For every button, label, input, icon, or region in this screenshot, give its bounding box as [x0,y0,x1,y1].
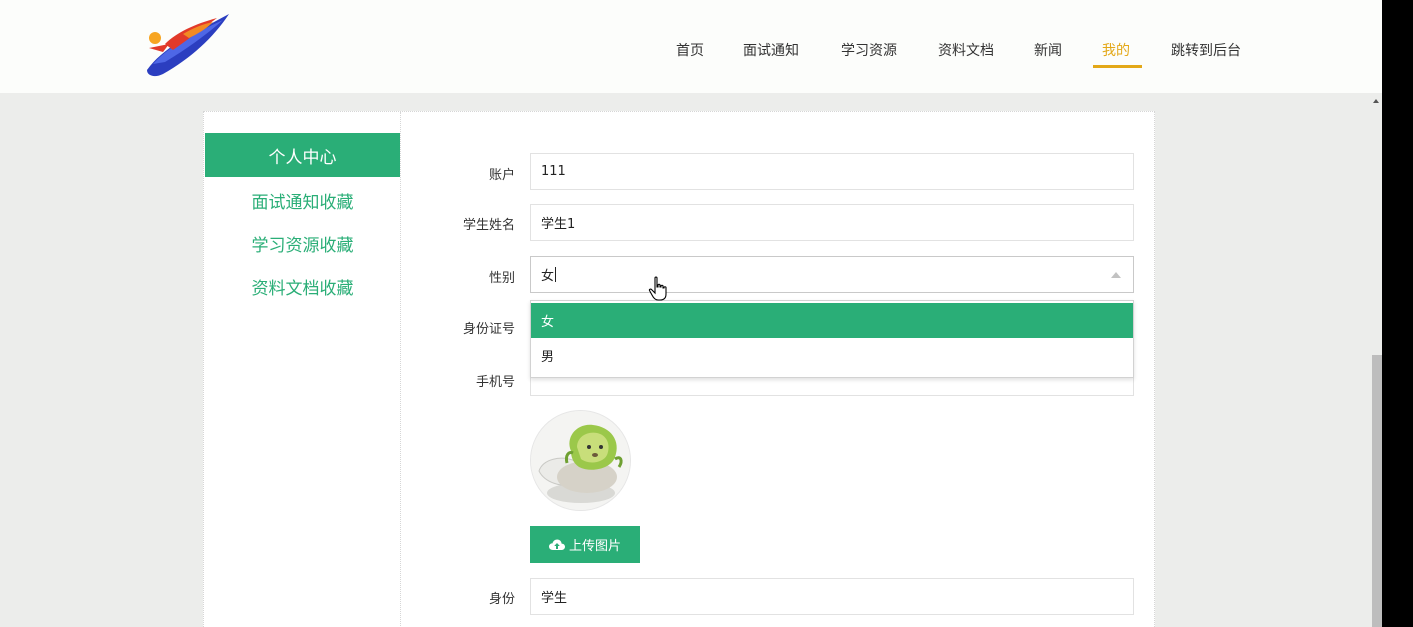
student-name-field[interactable]: 学生1 [530,204,1134,241]
gender-dropdown: 女 男 [530,300,1134,378]
nav-documents[interactable]: 资料文档 [938,40,994,60]
scroll-up-arrow-icon[interactable] [1373,99,1379,103]
nav-active-underline [1093,65,1142,68]
gender-select-value: 女 [541,269,555,284]
profile-sidebar: 个人中心 面试通知收藏 学习资源收藏 资料文档收藏 [204,112,401,627]
nav-mine[interactable]: 我的 [1102,40,1130,60]
account-label: 账户 [488,168,515,183]
hand-cursor-icon [648,276,667,301]
account-field[interactable]: 111 [530,153,1134,190]
page-viewport: 首页 面试通知 学习资源 资料文档 新闻 我的 跳转到后台 个人中心 面试通知收… [0,0,1382,627]
sidebar-item-resource-favorites[interactable]: 学习资源收藏 [204,231,401,256]
phone-label: 手机号 [475,375,515,390]
id-card-label: 身份证号 [462,322,515,337]
gender-label: 性别 [488,271,515,286]
nav-study-resources[interactable]: 学习资源 [841,40,897,60]
nav-news[interactable]: 新闻 [1034,40,1062,60]
select-caret-icon [1111,272,1121,278]
top-header: 首页 面试通知 学习资源 资料文档 新闻 我的 跳转到后台 [0,0,1382,93]
avatar-image [531,411,630,510]
gender-option-male[interactable]: 男 [531,338,1133,373]
student-name-label: 学生姓名 [462,218,515,233]
role-field[interactable]: 学生 [530,578,1134,615]
role-label: 身份 [488,592,515,607]
profile-card: 个人中心 面试通知收藏 学习资源收藏 资料文档收藏 账户 111 学生姓名 学生… [203,111,1155,627]
upload-image-button[interactable]: 上传图片 [530,526,640,563]
nav-admin[interactable]: 跳转到后台 [1171,40,1241,60]
text-cursor [555,267,557,282]
sidebar-item-interview-favorites[interactable]: 面试通知收藏 [204,188,401,213]
nav-interview-notice[interactable]: 面试通知 [743,40,799,60]
gender-option-female[interactable]: 女 [531,303,1133,338]
main-nav: 首页 面试通知 学习资源 资料文档 新闻 我的 跳转到后台 [0,0,1382,93]
sidebar-item-personal-center[interactable]: 个人中心 [205,133,400,177]
sidebar-item-document-favorites[interactable]: 资料文档收藏 [204,274,401,299]
gender-select[interactable]: 女 [530,256,1134,293]
nav-home[interactable]: 首页 [676,40,704,60]
upload-image-label: 上传图片 [568,539,621,554]
avatar [530,410,631,511]
cloud-upload-icon [548,539,565,550]
scrollbar-thumb[interactable] [1372,355,1382,627]
